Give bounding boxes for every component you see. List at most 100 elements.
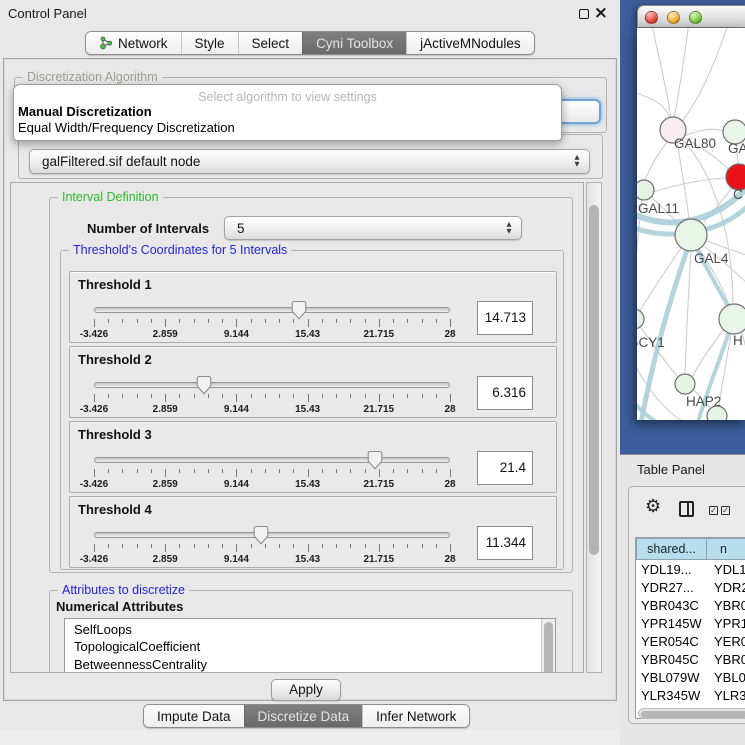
tab-network[interactable]: Network [86,32,181,54]
tab-label: Cyni Toolbox [316,36,393,51]
slider-tick [236,319,237,327]
slider-track[interactable] [94,382,450,388]
slider-tick [336,544,337,548]
threshold-value-input[interactable]: 14.713 [477,301,533,335]
slider-tick [422,544,423,548]
table-row[interactable]: YPR145WYPR1 [636,616,745,634]
column-checkbox-icon[interactable]: ✓ [709,506,718,515]
column-header-shared-[interactable]: shared... [636,538,707,560]
slider-track[interactable] [94,457,450,463]
table-panel-title: Table Panel [637,462,705,477]
scrollbar-thumb[interactable] [589,205,599,555]
slider-tick [122,544,123,548]
table-row[interactable]: YBR045CYBR0 [636,652,745,670]
slider-tick [251,319,252,323]
table-row[interactable]: YDR27...YDR2 [636,580,745,598]
apply-button[interactable]: Apply [271,679,341,701]
threshold-panel-4: Threshold 4-3.4262.8599.14415.4321.71528… [69,496,557,568]
slider-tick [407,394,408,398]
slider-tick-label: 28 [428,479,472,490]
slider-tick [236,544,237,552]
algorithm-option-equal-width-frequency-discretization[interactable]: Equal Width/Frequency Discretization [14,120,561,136]
scrollbar-thumb[interactable] [641,711,745,718]
slider-thumb[interactable] [196,375,212,395]
table-row[interactable]: YLR345WYLR3 [636,688,745,706]
tab-cyni-toolbox[interactable]: Cyni Toolbox [302,32,406,54]
split-columns-icon[interactable] [679,501,694,517]
slider-tick [393,319,394,323]
attribute-item-betweennesscentrality[interactable]: BetweennessCentrality [65,656,555,673]
tab-jactivemnodules[interactable]: jActiveMNodules [406,32,534,54]
tab-impute-data[interactable]: Impute Data [144,705,244,727]
close-window-icon[interactable] [645,11,658,24]
combobox-stepper-icon: ▲▼ [572,154,582,168]
attributes-list-scrollbar[interactable] [541,619,555,673]
column-header-n[interactable]: n [706,538,745,560]
number-of-intervals-combobox[interactable]: 5 ▲▼ [224,216,522,240]
node-label: GCY1 [637,335,665,350]
slider-tick [365,469,366,473]
threshold-value-input[interactable]: 6.316 [477,376,533,410]
table-row[interactable]: YBL079WYBL0 [636,670,745,688]
node-label: GAL80 [674,136,716,151]
slider-thumb[interactable] [291,300,307,320]
thresholds-group: Threshold's Coordinates for 5 Intervals … [60,250,564,570]
network-canvas[interactable]: GAL80GACGAL11GAL4GCY1HHAP2 [637,28,745,420]
tab-style[interactable]: Style [181,32,238,54]
column-checkbox-icon[interactable]: ✓ [721,506,730,515]
network-node-gal4[interactable] [675,219,707,251]
slider-thumb[interactable] [367,450,383,470]
threshold-panel-3: Threshold 3-3.4262.8599.14415.4321.71528… [69,421,557,493]
tab-discretize-data[interactable]: Discretize Data [244,705,363,727]
slider-track[interactable] [94,307,450,313]
slider-tick [450,469,451,477]
algorithm-option-manual-discretization[interactable]: Manual Discretization [14,104,561,120]
table-row[interactable]: YER054CYER0 [636,634,745,652]
slider-tick [251,544,252,548]
slider-tick-label: -3.426 [72,554,116,565]
threshold-value-input[interactable]: 21.4 [477,451,533,485]
tab-infer-network[interactable]: Infer Network [362,705,469,727]
slider-tick [208,319,209,323]
tab-select[interactable]: Select [238,32,303,54]
zoom-window-icon[interactable] [689,11,702,24]
slider-tick-label: 21.715 [357,404,401,415]
slider-tick [436,469,437,473]
numerical-attributes-label: Numerical Attributes [56,599,183,614]
slider-tick [407,469,408,473]
settings-vertical-scrollbar[interactable] [586,182,602,673]
control-panel: Control Panel × NetworkStyleSelectCyni T… [0,0,620,745]
threshold-label: Threshold 3 [78,427,152,442]
slider-thumb[interactable] [253,525,269,545]
slider-tick [336,394,337,398]
slider-tick [137,469,138,473]
slider-track[interactable] [94,532,450,538]
tab-label: Network [118,36,168,51]
minimize-window-icon[interactable] [667,11,680,24]
table-data-combobox[interactable]: galFiltered.sif default node ▲▼ [29,149,590,174]
threshold-label: Threshold 4 [78,502,152,517]
attribute-item-topologicalcoefficient[interactable]: TopologicalCoefficient [65,638,555,655]
table-panel: ⚙✓✓ shared...n YDL19...YDL1YDR27...YDR2Y… [628,486,745,724]
threshold-value-input[interactable]: 11.344 [477,526,533,560]
slider-tick [422,394,423,398]
slider-tick [279,319,280,323]
table-horizontal-scrollbar[interactable] [638,708,745,719]
network-node-gcy1[interactable] [637,309,644,329]
float-window-icon[interactable] [579,9,589,19]
settings-gear-icon[interactable]: ⚙ [645,497,661,517]
attribute-item-selfloops[interactable]: SelfLoops [65,621,555,638]
close-panel-icon[interactable]: × [594,3,608,23]
slider-tick [165,544,166,552]
table-row[interactable]: YBR043CYBR0 [636,598,745,616]
network-node-gal11[interactable] [637,180,654,200]
slider-tick-label: 9.144 [214,329,258,340]
table-row[interactable]: YDL19...YDL1 [636,562,745,580]
network-node-hap2[interactable] [675,374,695,394]
network-window-titlebar[interactable] [637,5,745,28]
network-node-h[interactable] [719,304,745,334]
slider-tick [151,469,152,473]
slider-tick-label: -3.426 [72,479,116,490]
network-node[interactable] [707,406,727,420]
numerical-attributes-list[interactable]: SelfLoopsTopologicalCoefficientBetweenne… [64,618,556,673]
